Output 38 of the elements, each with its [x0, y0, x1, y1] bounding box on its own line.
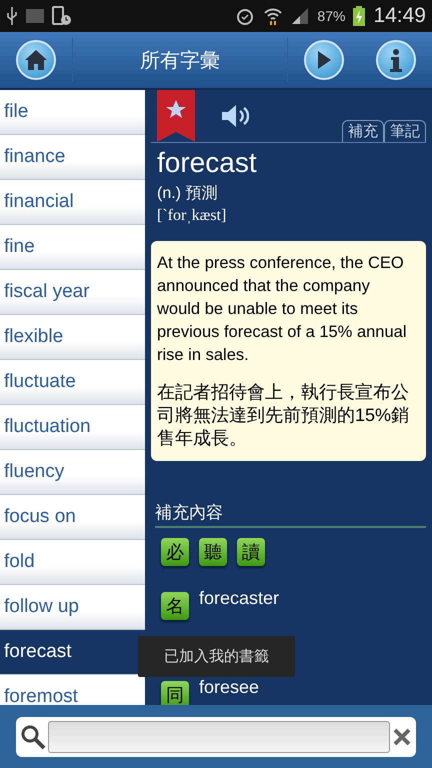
definition: (n.) 預測 — [157, 184, 218, 204]
battery-percent: 87% — [317, 8, 346, 24]
related-word[interactable]: forecaster — [199, 588, 280, 609]
battery-charging-icon — [353, 6, 366, 26]
tag-button[interactable]: 必 — [161, 538, 189, 566]
app-icon — [26, 9, 44, 23]
clock-time: 14:49 — [373, 4, 426, 28]
example-translation: 在記者招待會上，執行長宣布公司將無法達到先前預測的15%銷售年成長。 — [157, 381, 410, 450]
info-icon — [389, 48, 403, 72]
bookmark-icon[interactable] — [157, 90, 195, 142]
headword: forecast — [157, 147, 258, 179]
info-button[interactable] — [376, 40, 416, 80]
search-icon — [20, 724, 46, 750]
speaker-icon[interactable] — [221, 104, 249, 128]
wifi-icon — [263, 6, 284, 26]
signal-icon — [291, 7, 310, 25]
word-list-item[interactable]: forecast — [0, 630, 145, 675]
bookmark-toast: 已加入我的書籤 — [138, 636, 295, 677]
example-sentence: At the press conference, the CEO announced that the company would be unable to meet its previous forecast of a 15% annual rise in sales. — [157, 253, 408, 366]
tag-button[interactable]: 聽 — [199, 538, 227, 566]
alarm-icon — [235, 6, 256, 26]
play-button[interactable] — [304, 40, 344, 80]
section-title: 補充內容 — [155, 501, 426, 528]
tag-button[interactable]: 讀 — [237, 538, 265, 566]
clear-icon[interactable] — [392, 726, 412, 746]
word-type-badge: 同 — [161, 681, 189, 705]
phone-clock-icon — [52, 6, 72, 26]
usb-icon — [6, 6, 18, 26]
search-input[interactable] — [48, 720, 390, 752]
home-button[interactable] — [16, 40, 56, 80]
tab[interactable]: 筆記 — [384, 120, 426, 142]
related-word[interactable]: foresee — [199, 677, 260, 698]
play-icon — [316, 50, 332, 70]
phonetic: [`forˌkæst] — [157, 207, 228, 225]
word-type-badge: 名 — [161, 592, 189, 620]
tab[interactable]: 補充 — [342, 120, 384, 142]
screen-title: 所有字彙 — [72, 38, 288, 82]
home-icon — [24, 49, 48, 71]
